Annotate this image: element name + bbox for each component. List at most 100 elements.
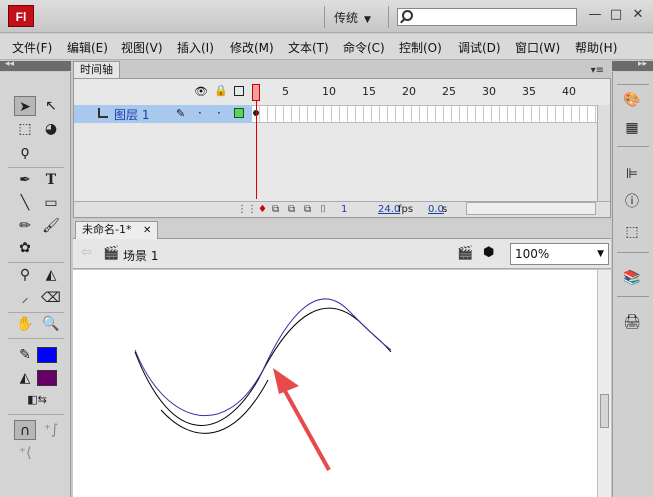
pencil-icon: ✎ (176, 107, 186, 120)
playhead[interactable] (252, 84, 260, 101)
frame-rate[interactable]: 24.0 (378, 204, 400, 215)
menu-control[interactable]: 控制(O) (399, 39, 442, 56)
scene-clapper-icon: 🎬 (103, 246, 120, 261)
edit-scene-icon[interactable]: 🎬 (457, 246, 473, 261)
rectangle-tool-icon[interactable]: ▭ (40, 193, 62, 213)
zoom-tool-icon[interactable]: 🔍 (40, 314, 62, 334)
expand-arrows-icon[interactable]: ▸▸ (638, 59, 647, 69)
right-dock-strip[interactable]: ▸▸ (612, 59, 653, 71)
modify-markers-icon[interactable]: ⌷ (320, 204, 326, 215)
workspace-switcher[interactable]: 传统 ▼ (334, 9, 371, 26)
back-arrow-icon[interactable]: ⇦ (81, 245, 92, 260)
pen-tool-icon[interactable]: ✒ (14, 170, 36, 190)
eraser-tool-icon[interactable]: ⌫ (40, 288, 62, 308)
scrollbar-thumb[interactable] (600, 394, 609, 428)
title-separator (324, 6, 325, 28)
transform-panel-icon[interactable]: ⬚ (621, 222, 643, 242)
timeline-vertical-scrollbar[interactable] (597, 105, 610, 201)
tool-separator (8, 262, 64, 263)
edit-bar: ⇦ 🎬 场景 1 🎬 ⬢ 100% ▼ (73, 239, 611, 269)
subselection-tool-icon[interactable]: ↖ (40, 96, 62, 116)
chevron-down-icon: ▼ (364, 15, 371, 25)
ruler-label: 5 (282, 85, 289, 98)
onion-outline-icon[interactable]: ⧉ (288, 204, 295, 215)
deco-tool-icon[interactable]: ✿ (14, 238, 36, 258)
straighten-icon[interactable]: ⁺⟨ (14, 443, 36, 463)
layer-row[interactable]: 图层 1 ✎ · · (74, 105, 252, 123)
properties-panel-icon[interactable]: 🖨 (621, 312, 643, 332)
tool-separator (8, 414, 64, 415)
align-panel-icon[interactable]: ⊫ (621, 164, 643, 184)
document-tab[interactable]: 未命名-1* ✕ (75, 221, 159, 239)
layer-list: 👁 🔒 图层 1 ✎ · · ⊡ ▭ 🗑 (74, 79, 252, 217)
fill-color-swatch[interactable] (37, 370, 57, 386)
stage-vertical-scrollbar[interactable] (597, 270, 611, 497)
visibility-dot-icon[interactable]: · (198, 106, 202, 120)
panel-menu-icon[interactable]: ▾≡ (591, 65, 604, 76)
help-search-input[interactable] (397, 8, 577, 26)
selection-tool-icon[interactable]: ➤ (14, 96, 36, 116)
minimize-button[interactable]: — (586, 7, 604, 23)
frame-cells[interactable] (252, 105, 597, 123)
text-tool-icon[interactable]: T (40, 170, 62, 190)
frame-rate-unit: fps (398, 204, 414, 215)
menu-file[interactable]: 文件(F) (12, 39, 52, 56)
free-transform-tool-icon[interactable]: ⬚ (14, 119, 36, 139)
elapsed-time-unit: s (442, 204, 448, 215)
lock-dot-icon[interactable]: · (217, 106, 221, 120)
dock-separator (617, 146, 649, 147)
stage-canvas[interactable] (73, 270, 597, 497)
paint-bucket-tool-icon[interactable]: ◭ (40, 265, 62, 285)
3d-rotation-tool-icon[interactable]: ◕ (40, 119, 62, 139)
color-panel-icon[interactable]: 🎨 (621, 90, 643, 110)
menu-text[interactable]: 文本(T) (288, 39, 329, 56)
brush-tool-icon[interactable]: 🖌 (40, 216, 62, 236)
menu-bar: 文件(F) 编辑(E) 视图(V) 插入(I) 修改(M) 文本(T) 命令(C… (0, 34, 653, 60)
outline-icon[interactable] (234, 86, 244, 96)
menu-debug[interactable]: 调试(D) (458, 39, 501, 56)
tool-separator (8, 338, 64, 339)
ruler-label: 30 (482, 85, 496, 98)
bone-tool-icon[interactable]: ⚲ (14, 265, 36, 285)
close-tab-icon[interactable]: ✕ (143, 225, 151, 236)
zoom-value: 100% (515, 247, 550, 261)
edit-multiple-frames-icon[interactable]: ⧉ (304, 204, 311, 215)
document-tab-bar: 未命名-1* ✕ (73, 219, 611, 239)
dock-separator (617, 252, 649, 253)
menu-view[interactable]: 视图(V) (121, 39, 163, 56)
menu-insert[interactable]: 插入(I) (177, 39, 214, 56)
stroke-color-swatch[interactable] (37, 347, 57, 363)
snap-to-objects-icon[interactable]: ∩ (14, 420, 36, 440)
layer-outline-color[interactable] (234, 108, 244, 118)
swap-colors-icon[interactable]: ◧⇆ (26, 390, 48, 410)
restore-button[interactable]: □ (607, 7, 625, 23)
eyedropper-tool-icon[interactable]: ⸝ (14, 288, 36, 308)
collapse-arrows-icon[interactable]: ◂◂ (5, 59, 14, 69)
lock-icon[interactable]: 🔒 (214, 84, 228, 97)
close-button[interactable]: ✕ (629, 7, 647, 23)
toolbar-dock-strip[interactable]: ◂◂ (0, 59, 71, 71)
center-frame-icon[interactable]: ♦ (258, 204, 267, 215)
swatches-panel-icon[interactable]: ▦ (621, 118, 643, 138)
lasso-tool-icon[interactable]: ϙ (14, 142, 36, 162)
hand-tool-icon[interactable]: ✋ (14, 314, 36, 334)
timeline-tab[interactable]: 时间轴 (73, 61, 120, 78)
edit-symbols-icon[interactable]: ⬢ (483, 245, 494, 260)
frame-area[interactable]: 1 5 10 15 20 25 30 35 40 (252, 79, 597, 199)
menu-commands[interactable]: 命令(C) (343, 39, 385, 56)
library-panel-icon[interactable]: 📚 (621, 268, 643, 288)
info-panel-icon[interactable]: ⓘ (621, 192, 643, 212)
menu-edit[interactable]: 编辑(E) (67, 39, 108, 56)
timeline-horizontal-scrollbar[interactable] (466, 202, 596, 215)
menu-help[interactable]: 帮助(H) (575, 39, 617, 56)
onion-skin-icon[interactable]: ⧉ (272, 204, 279, 215)
current-frame[interactable]: 1 (341, 204, 347, 215)
zoom-select[interactable]: 100% ▼ (510, 243, 609, 265)
menu-window[interactable]: 窗口(W) (515, 39, 560, 56)
title-bar: Fl 传统 ▼ — □ ✕ (0, 0, 653, 33)
eye-icon[interactable]: 👁 (194, 85, 208, 98)
pencil-tool-icon[interactable]: ✏ (14, 216, 36, 236)
menu-modify[interactable]: 修改(M) (230, 39, 274, 56)
line-tool-icon[interactable]: ╲ (14, 193, 36, 213)
smooth-icon[interactable]: ⁺∫ (40, 420, 62, 440)
